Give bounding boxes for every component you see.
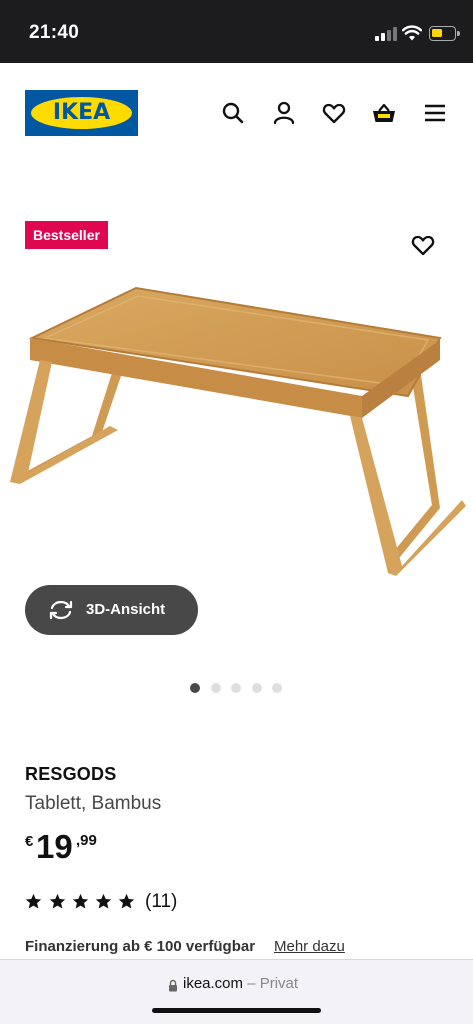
- rating-count: (11): [145, 891, 178, 912]
- site-header: IKEA: [0, 63, 473, 163]
- carousel-dot[interactable]: [211, 683, 221, 693]
- price-integer: 19: [36, 828, 73, 865]
- financing-text: Finanzierung ab € 100 verfügbar: [25, 938, 256, 955]
- status-time: 21:40: [29, 22, 80, 43]
- wifi-icon: [402, 25, 422, 41]
- basket-icon[interactable]: [371, 100, 397, 126]
- carousel-dot[interactable]: [231, 683, 241, 693]
- star-icon: [95, 893, 112, 909]
- bestseller-badge: Bestseller: [25, 221, 108, 249]
- account-icon[interactable]: [271, 100, 297, 126]
- product-name[interactable]: RESGODS: [25, 764, 116, 785]
- status-bar: 21:40: [0, 0, 473, 63]
- product-image[interactable]: [0, 278, 473, 578]
- ikea-logo[interactable]: IKEA: [25, 90, 138, 136]
- menu-icon[interactable]: [422, 100, 448, 126]
- cellular-signal-icon: [375, 27, 397, 41]
- carousel-dot[interactable]: [190, 683, 200, 693]
- lock-icon: [169, 979, 177, 992]
- financing-more-link[interactable]: Mehr dazu: [274, 938, 345, 955]
- carousel-dot[interactable]: [252, 683, 262, 693]
- rotate-3d-icon: [49, 600, 73, 620]
- favorite-heart-icon[interactable]: [410, 233, 436, 257]
- search-icon[interactable]: [220, 100, 246, 126]
- address-domain: ikea.com: [183, 975, 244, 992]
- price-decimals: ,99: [76, 832, 97, 849]
- carousel-dot[interactable]: [272, 683, 282, 693]
- product-description: Tablett, Bambus: [25, 793, 162, 814]
- star-icon: [25, 893, 42, 909]
- home-indicator: [152, 1008, 321, 1013]
- star-icon: [49, 893, 66, 909]
- view-3d-button[interactable]: 3D-Ansicht: [25, 585, 198, 635]
- price-currency: €: [25, 833, 34, 850]
- heart-icon[interactable]: [321, 100, 347, 126]
- star-icon: [118, 893, 135, 909]
- browser-address-bar[interactable]: ikea.com – Privat: [0, 959, 473, 1024]
- view-3d-label: 3D-Ansicht: [86, 601, 166, 618]
- address-text: ikea.com – Privat: [183, 975, 298, 992]
- private-mode-label: – Privat: [247, 975, 299, 992]
- battery-icon: [429, 26, 460, 41]
- star-icon: [72, 893, 89, 909]
